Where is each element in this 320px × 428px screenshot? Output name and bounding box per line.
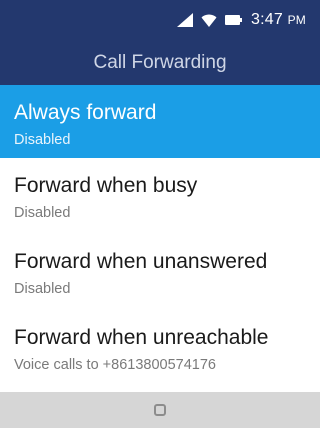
option-label: Always forward <box>14 101 157 124</box>
status-time: 3:47 PM <box>251 11 306 29</box>
status-bar: 3:47 PM <box>0 0 320 40</box>
option-forward-when-busy[interactable]: Forward when busy Disabled <box>0 158 320 234</box>
option-status: Disabled <box>14 281 71 297</box>
clock-ampm: PM <box>287 13 306 27</box>
option-label: Forward when unreachable <box>14 326 269 349</box>
option-label: Forward when busy <box>14 174 198 197</box>
clock-time: 3:47 <box>250 11 283 28</box>
option-status: Voice calls to +8613800574176 <box>14 357 216 373</box>
status-icons: 3:47 PM <box>176 11 306 29</box>
title-bar: Call Forwarding <box>0 40 320 85</box>
option-forward-when-unreachable[interactable]: Forward when unreachable Voice calls to … <box>0 310 320 386</box>
option-forward-when-unanswered[interactable]: Forward when unanswered Disabled <box>0 234 320 310</box>
options-list: Always forward Disabled Forward when bus… <box>0 85 320 386</box>
page-title: Call Forwarding <box>93 51 227 73</box>
signal-icon <box>176 13 193 27</box>
option-status: Disabled <box>14 132 71 148</box>
battery-icon <box>224 14 243 26</box>
softkey-bar <box>0 392 320 428</box>
wifi-icon <box>201 13 217 27</box>
option-always-forward[interactable]: Always forward Disabled <box>0 85 320 158</box>
option-status: Disabled <box>14 205 71 221</box>
select-square-icon[interactable] <box>154 404 166 416</box>
option-label: Forward when unanswered <box>14 250 268 273</box>
